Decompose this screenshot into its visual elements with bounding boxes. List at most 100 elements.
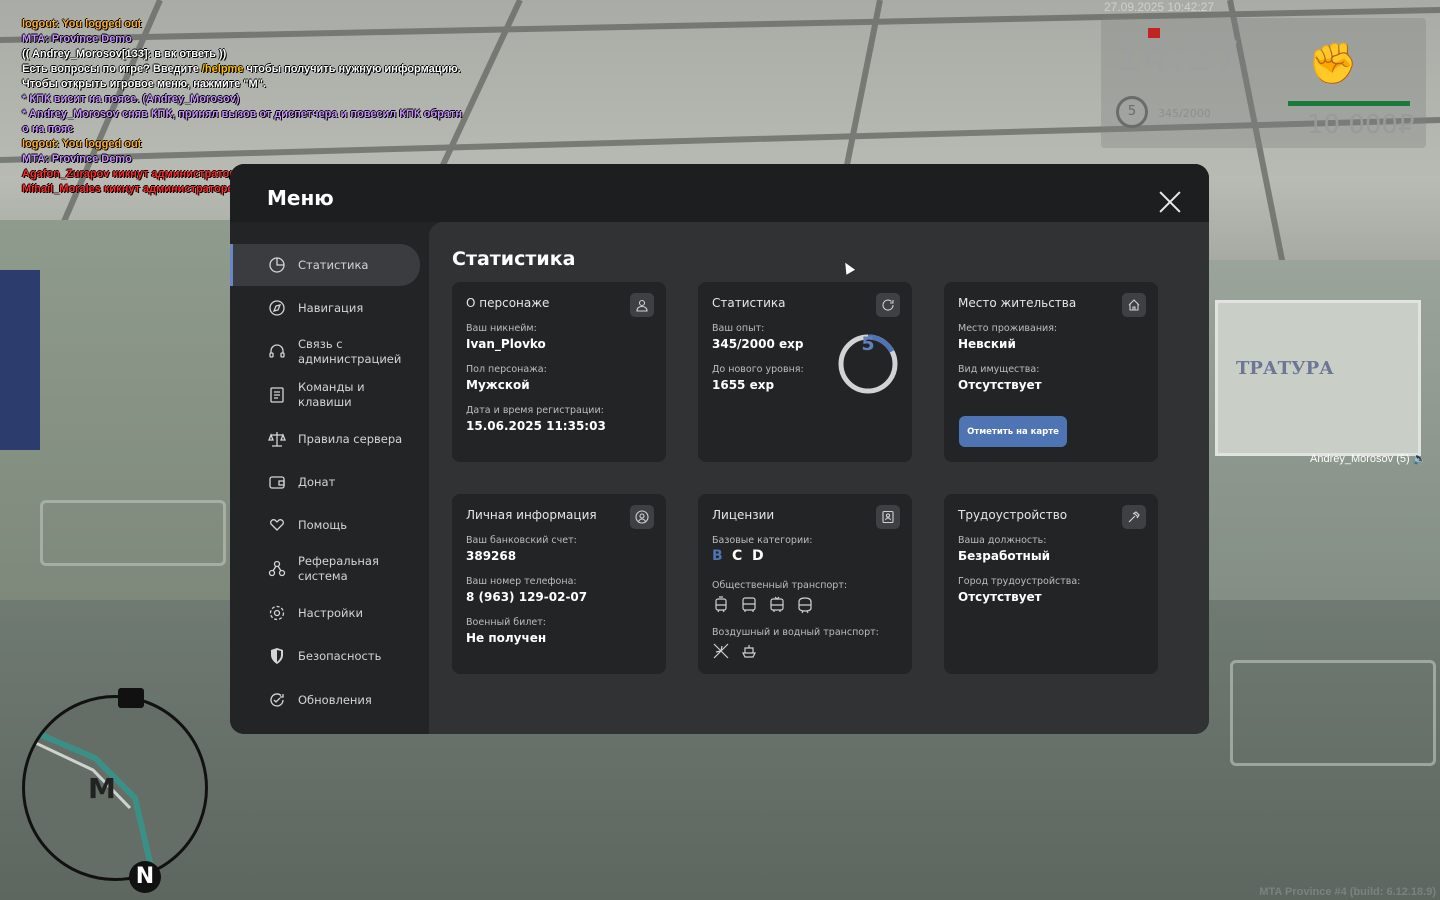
- trolleybus-icon: [770, 596, 784, 612]
- user-icon: [630, 293, 654, 317]
- chat-line: logout: You logged out: [22, 18, 142, 30]
- nav-item-settings[interactable]: Настройки: [230, 592, 420, 634]
- nav-item-donate[interactable]: Донат: [230, 461, 420, 503]
- build-info: MTA Province #4 (build: 6.12.18.9): [1259, 886, 1436, 898]
- home-icon: [1122, 293, 1146, 317]
- level-number: 5: [861, 333, 875, 355]
- nav-item-statistics[interactable]: Статистика: [230, 244, 420, 286]
- phone-label: Ваш номер телефона:: [466, 576, 577, 587]
- menu-content: Статистика О персонаже Ваш никнейм: Ivan…: [429, 222, 1209, 734]
- plane-icon: [713, 643, 729, 659]
- gender-label: Пол персонажа:: [466, 364, 547, 375]
- minimap-marker: [118, 688, 144, 708]
- chat-text: Есть вопросы по игре? Введите: [22, 63, 202, 75]
- fist-icon: ✊: [1308, 41, 1358, 87]
- nav-item-rules[interactable]: Правила сервера: [230, 418, 420, 460]
- bench: [40, 500, 226, 566]
- chat-line: Чтобы открыть игровое меню, нажмите "M".: [22, 78, 266, 90]
- place-label: Место проживания:: [958, 323, 1058, 334]
- card-title: Место жительства: [958, 296, 1077, 310]
- property-label: Вид имущества:: [958, 364, 1040, 375]
- refresh-icon: [876, 293, 900, 317]
- nav-label: Настройки: [298, 605, 363, 620]
- nav-label: Донат: [298, 474, 336, 489]
- next-level-label: До нового уровня:: [712, 364, 804, 375]
- hammer-icon: [1122, 505, 1146, 529]
- menu-header: Меню: [230, 164, 1209, 222]
- nav-label: Безопасность: [298, 648, 382, 663]
- referral-icon: [267, 559, 287, 579]
- next-level-value: 1655 exp: [712, 378, 775, 392]
- close-button[interactable]: [1158, 190, 1182, 214]
- north-indicator: N: [129, 861, 161, 893]
- nav-label: Обновления: [298, 692, 372, 707]
- gender-value: Мужской: [466, 378, 530, 392]
- nav-item-referral[interactable]: Реферальная система: [230, 547, 420, 591]
- hud-level: 5: [1116, 96, 1148, 128]
- card-licenses: Лицензии Базовые категории: B C D Общест…: [698, 494, 912, 674]
- nav-item-commands[interactable]: Команды и клавиши: [230, 374, 420, 416]
- work-city-label: Город трудоустройства:: [958, 576, 1081, 587]
- refresh-icon: [267, 690, 287, 710]
- card-character: О персонаже Ваш никнейм: Ivan_Plovko Пол…: [452, 282, 666, 462]
- tram-icon: [715, 596, 727, 613]
- mark-on-map-button[interactable]: Отметить на карте: [959, 416, 1067, 447]
- public-transport-label: Общественный транспорт:: [712, 580, 848, 591]
- card-personal: Личная информация Ваш банковский счет: 3…: [452, 494, 666, 674]
- nav-label: Навигация: [298, 300, 364, 315]
- voice-indicator: Andrey_Morosov (5) 🔈: [1310, 452, 1426, 465]
- license-category-d: D: [752, 548, 764, 564]
- nav-item-navigation[interactable]: Навигация: [230, 287, 420, 329]
- base-categories-label: Базовые категории:: [712, 535, 813, 546]
- bus-icon: [742, 597, 756, 612]
- compass-icon: [267, 298, 287, 318]
- health-bar: [1288, 101, 1410, 106]
- chat-line: (( Andrey_Morosov[133]: в вк ответь )): [22, 48, 227, 60]
- card-title: Трудоустройство: [958, 508, 1068, 522]
- card-title: О персонаже: [466, 296, 550, 310]
- nav-item-security[interactable]: Безопасность: [230, 635, 420, 677]
- card-employment: Трудоустройство Ваша должность: Безработ…: [944, 494, 1158, 674]
- hud-money: 10 000₽: [1307, 110, 1415, 140]
- chat-line: Есть вопросы по игре? Введите /helpme чт…: [22, 62, 512, 77]
- military-label: Военный билет:: [466, 617, 546, 628]
- heart-hand-icon: [267, 515, 287, 535]
- office-window: ТРАТУРА: [1215, 300, 1421, 456]
- wallet-icon: [267, 472, 287, 492]
- bank-label: Ваш банковский счет:: [466, 535, 577, 546]
- card-title: Личная информация: [466, 508, 597, 522]
- section-title: Статистика: [452, 248, 576, 270]
- voice-player-name: Andrey_Morosov (5): [1310, 453, 1410, 465]
- nickname-value: Ivan_Plovko: [466, 337, 546, 351]
- card-stats: Статистика Ваш опыт: 345/2000 exp До нов…: [698, 282, 912, 462]
- pie-chart-icon: [267, 255, 287, 275]
- nav-item-updates[interactable]: Обновления: [230, 679, 420, 721]
- scales-icon: [267, 429, 287, 449]
- license-category-c: C: [732, 548, 743, 564]
- registration-label: Дата и время регистрации:: [466, 405, 604, 416]
- nav-item-contact-admin[interactable]: Связь с администрацией: [230, 330, 420, 374]
- hud-exp: 345/2000: [1158, 107, 1211, 120]
- minimap-roads: [25, 725, 157, 878]
- shield-icon: [267, 646, 287, 666]
- document-icon: [267, 385, 287, 405]
- chat-text: чтобы получить нужную информацию.: [243, 63, 461, 75]
- license-category-b: B: [712, 548, 723, 564]
- card-title: Статистика: [712, 296, 786, 310]
- chat-line: * КПК висит на поясе. (Andrey_Morosov): [22, 93, 240, 105]
- nav-label: Реферальная система: [298, 554, 379, 583]
- nav-label: Помощь: [298, 517, 348, 532]
- menu-sidebar: Статистика Навигация Связь с администрац…: [230, 222, 429, 734]
- metro-icon: [798, 597, 812, 614]
- nav-item-help[interactable]: Помощь: [230, 504, 420, 546]
- bank-value: 389268: [466, 549, 517, 563]
- menu-title: Меню: [267, 186, 334, 210]
- position-label: Ваша должность:: [958, 535, 1047, 546]
- boat-icon: [742, 645, 756, 658]
- hud-clock: 14:27: [1115, 32, 1242, 81]
- card-residence: Место жительства Место проживания: Невск…: [944, 282, 1158, 462]
- air-water-transport-label: Воздушный и водный транспорт:: [712, 627, 879, 638]
- nav-label: Статистика: [298, 257, 369, 272]
- headset-icon: [267, 342, 287, 362]
- id-card-icon: [876, 505, 900, 529]
